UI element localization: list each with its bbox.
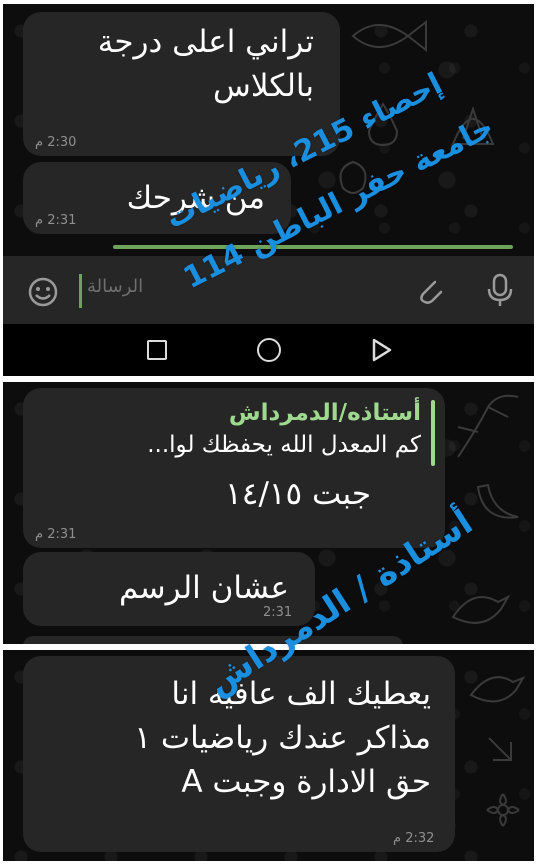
attach-icon[interactable] — [413, 274, 447, 308]
message-bubble[interactable]: تراني اعلى درجة بالكلاس 2:30 م — [23, 12, 340, 156]
flower-doodle — [486, 793, 520, 827]
back-button[interactable] — [371, 338, 393, 362]
chat-screenshot-1: تراني اعلى درجة بالكلاس 2:30 م من شرحك 2… — [3, 4, 534, 376]
message-line: عشان الرسم — [119, 570, 289, 606]
home-button[interactable] — [257, 338, 281, 362]
message-line: مذاكر عندك رياضيات ١ — [134, 720, 431, 756]
microphone-icon[interactable] — [485, 272, 515, 308]
message-input-bar: الرسالة — [3, 256, 534, 324]
android-navigation-bar — [3, 324, 534, 376]
chat-screenshot-3: يعطيك الف عافيه انا مذاكر عندك رياضيات ١… — [3, 650, 534, 861]
message-line: بالكلاس — [213, 68, 314, 104]
emoji-icon[interactable] — [27, 276, 59, 308]
arrow-doodle — [488, 737, 512, 761]
banana-doodle — [476, 483, 519, 519]
message-bubble[interactable]: عشان الرسم 2:31 — [23, 552, 315, 626]
gecko-doodle — [457, 394, 519, 458]
text-cursor — [79, 274, 82, 308]
fish-doodle — [351, 19, 427, 53]
recent-apps-button[interactable] — [147, 340, 167, 360]
next-message-edge — [23, 636, 403, 644]
reply-message-bubble[interactable]: أستاذه/الدمرداش كم المعدل الله يحفظك لوا… — [23, 388, 445, 548]
message-timestamp: 2:30 م — [35, 135, 77, 150]
bird-doodle — [451, 594, 511, 624]
message-line: حق الادارة وجبت A — [181, 764, 431, 800]
bird-doodle — [469, 675, 526, 703]
reply-indicator-line — [113, 245, 513, 249]
quoted-sender-name: أستاذه/الدمرداش — [228, 400, 421, 426]
message-timestamp: 2:32 م — [393, 831, 435, 846]
message-timestamp: 2:31 م — [35, 213, 77, 228]
quoted-message-text: كم المعدل الله يحفظك لوا... — [147, 432, 421, 458]
quote-bar — [431, 400, 435, 466]
message-line: جبت ١٤/١٥ — [225, 476, 371, 512]
message-input[interactable]: الرسالة — [87, 276, 143, 297]
message-timestamp: 2:31 م — [35, 527, 77, 542]
message-line: تراني اعلى درجة — [97, 24, 314, 60]
